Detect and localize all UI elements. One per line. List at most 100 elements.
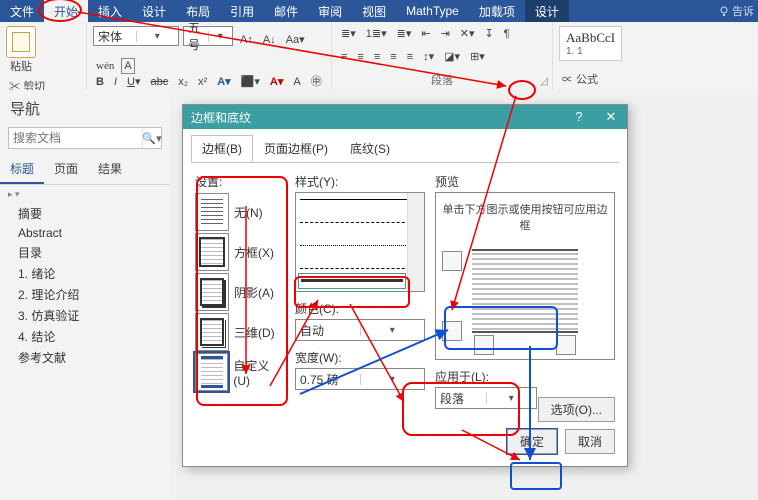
menu-home[interactable]: 开始 [44, 0, 88, 23]
group-label-paragraph: 段落◿ [338, 72, 546, 88]
collapse-icon[interactable]: ▸ ▾ [8, 189, 166, 200]
chevron-down-icon: ▾ [360, 325, 425, 336]
close-button[interactable]: ✕ [595, 105, 627, 129]
bold-button[interactable]: B [93, 74, 107, 90]
menubar: 文件 开始 插入 设计 布局 引用 邮件 审阅 视图 MathType 加载项 … [0, 0, 758, 22]
distribute-button[interactable]: ≡ [404, 49, 416, 65]
options-button[interactable]: 选项(O)... [538, 397, 615, 422]
strike-button[interactable]: abc [148, 74, 172, 90]
chevron-down-icon: ▾ [486, 393, 537, 404]
dec-indent-button[interactable]: ⇤ [418, 26, 433, 42]
setting-shadow[interactable]: 阴影(A) [195, 272, 285, 312]
menu-design-contextual[interactable]: 设计 [525, 0, 569, 23]
ok-button[interactable]: 确定 [507, 429, 557, 454]
phonetic-guide-button[interactable]: wén [93, 58, 117, 74]
sort-button[interactable]: ↧ [482, 26, 497, 42]
menu-mailings[interactable]: 邮件 [264, 0, 308, 23]
tab-page-border[interactable]: 页面边框(P) [253, 135, 339, 162]
nav-tab-results[interactable]: 结果 [88, 155, 132, 184]
tab-borders[interactable]: 边框(B) [191, 135, 253, 162]
nav-tab-headings[interactable]: 标题 [0, 155, 44, 184]
nav-node[interactable]: 摘要 [18, 203, 166, 224]
paragraph-launcher-icon[interactable]: ◿ [540, 76, 548, 87]
highlight-button[interactable]: ⬛▾ [238, 74, 263, 90]
underline-button[interactable]: U▾ [124, 74, 143, 90]
bottom-border-toggle[interactable] [442, 321, 462, 341]
setting-box[interactable]: 方框(X) [195, 232, 285, 272]
menu-references[interactable]: 引用 [220, 0, 264, 23]
nav-tabs: 标题 页面 结果 [0, 155, 170, 185]
dialog-title: 边框和底纹 [183, 109, 563, 126]
asian-layout-button[interactable]: ✕▾ [457, 26, 478, 42]
left-border-toggle[interactable] [474, 335, 494, 355]
preview-label: 预览 [435, 173, 615, 190]
menu-mathtype[interactable]: MathType [396, 1, 469, 21]
cancel-button[interactable]: 取消 [565, 429, 615, 454]
nav-search[interactable]: 🔍▾ [8, 127, 162, 149]
nav-node[interactable]: 3. 仿真验证 [18, 305, 166, 326]
tab-shading[interactable]: 底纹(S) [339, 135, 401, 162]
nav-tab-pages[interactable]: 页面 [44, 155, 88, 184]
chevron-down-icon: ▾ [208, 31, 233, 42]
superscript-button[interactable]: x² [195, 74, 210, 90]
settings-column: 设置: 无(N) 方框(X) 阴影(A) 三维(D) 自定义(U) [195, 173, 285, 417]
menu-view[interactable]: 视图 [352, 0, 396, 23]
menu-design[interactable]: 设计 [132, 0, 176, 23]
nav-node[interactable]: Abstract [18, 224, 166, 242]
char-border-button[interactable]: A [121, 58, 134, 74]
borders-button[interactable]: ⊞▾ [467, 49, 488, 65]
line-spacing-button[interactable]: ↕▾ [420, 49, 437, 65]
color-label: 颜色(C): [295, 300, 425, 317]
setting-none[interactable]: 无(N) [195, 192, 285, 232]
width-combo[interactable]: 0.75 磅▾ [295, 368, 425, 390]
char-shading-button[interactable]: A [290, 74, 303, 90]
scrollbar[interactable] [407, 193, 424, 291]
style-listbox[interactable] [295, 192, 425, 292]
tell-me[interactable]: 告诉 [714, 3, 758, 19]
top-border-toggle[interactable] [442, 251, 462, 271]
preview-box[interactable]: 单击下方图示或使用按钮可应用边框 [435, 192, 615, 360]
paste-button[interactable]: 粘贴 [6, 26, 36, 75]
grow-font-button[interactable]: A↑ [237, 32, 256, 48]
inc-indent-button[interactable]: ⇥ [438, 26, 453, 42]
navigation-pane: 导航 🔍▾ 标题 页面 结果 ▸ ▾ 摘要 Abstract 目录 1. 绪论 … [0, 90, 171, 500]
subscript-button[interactable]: x₂ [175, 74, 191, 90]
show-marks-button[interactable]: ¶ [501, 26, 513, 42]
right-border-toggle[interactable] [556, 335, 576, 355]
help-button[interactable]: ? [563, 105, 595, 129]
shrink-font-button[interactable]: A↓ [260, 32, 279, 48]
nav-node[interactable]: 参考文献 [18, 347, 166, 368]
change-case-button[interactable]: Aa▾ [283, 32, 308, 48]
search-dropdown-button[interactable]: 🔍▾ [142, 128, 161, 148]
color-combo[interactable]: 自动▾ [295, 319, 425, 341]
font-name-combo[interactable]: 宋体▾ [93, 26, 179, 46]
nav-node[interactable]: 4. 结论 [18, 326, 166, 347]
menu-review[interactable]: 审阅 [308, 0, 352, 23]
justify-button[interactable]: ≡ [387, 49, 399, 65]
apply-to-combo[interactable]: 段落▾ [435, 387, 537, 409]
font-color-button[interactable]: A▾ [267, 74, 286, 90]
style-gallery-item[interactable]: AaBbCcI 1. 1 [559, 26, 622, 61]
align-right-button[interactable]: ≡ [371, 49, 383, 65]
font-size-combo[interactable]: 五号▾ [183, 26, 233, 46]
setting-custom[interactable]: 自定义(U) [195, 352, 285, 392]
italic-button[interactable]: I [111, 74, 120, 90]
menu-addins[interactable]: 加载项 [469, 0, 525, 23]
multilevel-button[interactable]: ≣▾ [394, 26, 415, 42]
text-effects-button[interactable]: A▾ [214, 74, 233, 90]
nav-node[interactable]: 目录 [18, 242, 166, 263]
menu-insert[interactable]: 插入 [88, 0, 132, 23]
menu-file[interactable]: 文件 [0, 0, 44, 23]
align-center-button[interactable]: ≡ [354, 49, 366, 65]
nav-node[interactable]: 1. 绪论 [18, 263, 166, 284]
dialog-titlebar[interactable]: 边框和底纹 ? ✕ [183, 105, 627, 129]
align-left-button[interactable]: ≡ [338, 49, 350, 65]
enclose-char-button[interactable]: ㊥ [308, 74, 325, 90]
search-input[interactable] [9, 128, 142, 148]
bullets-button[interactable]: ≣▾ [338, 26, 359, 42]
numbering-button[interactable]: 1≣▾ [363, 26, 390, 42]
shading-button[interactable]: ◪▾ [441, 49, 463, 65]
nav-node[interactable]: 2. 理论介绍 [18, 284, 166, 305]
formula-button[interactable]: ∝ 公式 [559, 72, 601, 88]
setting-3d[interactable]: 三维(D) [195, 312, 285, 352]
